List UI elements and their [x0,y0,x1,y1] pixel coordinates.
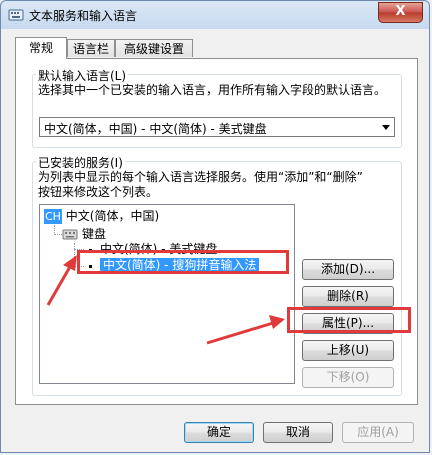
cancel-button[interactable]: 取消 [263,422,333,443]
tab-general[interactable]: 常规 [15,37,67,59]
apply-button[interactable]: 应用(A) [342,422,414,443]
annotation-arrows [46,255,285,345]
arrow-to-properties [206,315,285,345]
arrow-to-selected-item [46,255,77,306]
ok-button[interactable]: 确定 [184,422,254,443]
dialog-window: 文本服务和输入语言 X 常规 语言栏 高级键设置 默认输入语言(L) 选择其中一… [0,0,430,453]
